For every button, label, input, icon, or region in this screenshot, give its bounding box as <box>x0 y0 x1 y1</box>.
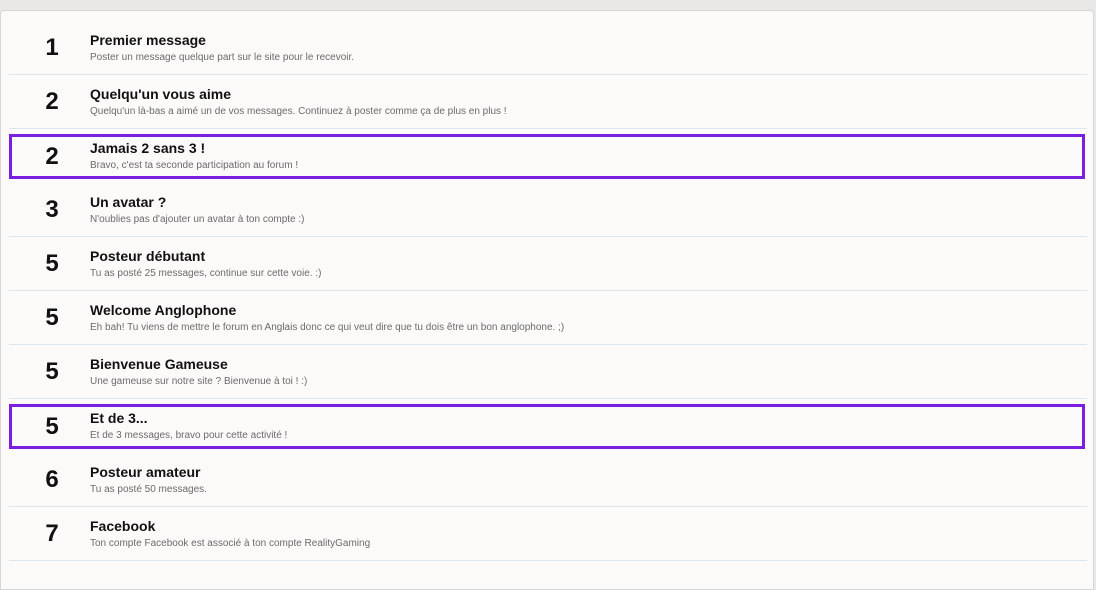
trophy-title: Jamais 2 sans 3 ! <box>90 140 206 156</box>
trophy-points: 5 <box>45 413 59 440</box>
trophy-points: 7 <box>45 520 59 547</box>
trophy-title: Posteur amateur <box>90 464 201 480</box>
trophy-points: 6 <box>45 466 59 493</box>
trophy-title: Posteur débutant <box>90 248 206 264</box>
trophy-points: 5 <box>45 250 59 277</box>
trophy-points: 1 <box>45 34 59 61</box>
trophy-points: 5 <box>45 358 59 385</box>
trophy-title: Quelqu'un vous aime <box>90 86 232 102</box>
trophy-points: 5 <box>45 304 59 331</box>
trophy-description: Tu as posté 25 messages, continue sur ce… <box>90 268 322 279</box>
trophy-description: Poster un message quelque part sur le si… <box>90 52 355 63</box>
trophy-item-highlighted: 2 Jamais 2 sans 3 ! Bravo, c'est ta seco… <box>9 134 1085 179</box>
trophy-points: 3 <box>45 196 59 223</box>
trophy-item: 5 Bienvenue Gameuse Une gameuse sur notr… <box>9 345 1087 399</box>
trophy-item-highlighted: 5 Et de 3... Et de 3 messages, bravo pou… <box>9 404 1085 449</box>
trophy-title: Bienvenue Gameuse <box>90 356 228 372</box>
trophy-description: Tu as posté 50 messages. <box>90 484 207 495</box>
trophy-points: 2 <box>45 143 59 170</box>
trophy-title: Un avatar ? <box>90 194 167 210</box>
trophy-title: Premier message <box>90 32 206 48</box>
trophy-item: 5 Posteur débutant Tu as posté 25 messag… <box>9 237 1087 291</box>
trophy-description: Quelqu'un là-bas a aimé un de vos messag… <box>90 106 507 117</box>
trophy-description: Une gameuse sur notre site ? Bienvenue à… <box>90 376 308 387</box>
trophy-description: Ton compte Facebook est associé à ton co… <box>90 538 371 549</box>
trophy-item: 1 Premier message Poster un message quel… <box>9 21 1087 75</box>
trophy-description: Et de 3 messages, bravo pour cette activ… <box>90 430 288 441</box>
trophy-item: 3 Un avatar ? N'oublies pas d'ajouter un… <box>9 183 1087 237</box>
trophy-item: 5 Welcome Anglophone Eh bah! Tu viens de… <box>9 291 1087 345</box>
trophy-description: Bravo, c'est ta seconde participation au… <box>90 160 299 171</box>
trophy-title: Welcome Anglophone <box>90 302 237 318</box>
trophy-description: N'oublies pas d'ajouter un avatar à ton … <box>90 214 305 225</box>
trophy-title: Et de 3... <box>90 410 148 426</box>
trophy-points: 2 <box>45 88 59 115</box>
trophy-list: 1 Premier message Poster un message quel… <box>9 21 1087 561</box>
trophy-description: Eh bah! Tu viens de mettre le forum en A… <box>90 322 565 333</box>
trophy-item: 6 Posteur amateur Tu as posté 50 message… <box>9 453 1087 507</box>
trophy-item: 2 Quelqu'un vous aime Quelqu'un là-bas a… <box>9 75 1087 129</box>
trophy-title: Facebook <box>90 518 156 534</box>
trophy-item: 7 Facebook Ton compte Facebook est assoc… <box>9 507 1087 561</box>
